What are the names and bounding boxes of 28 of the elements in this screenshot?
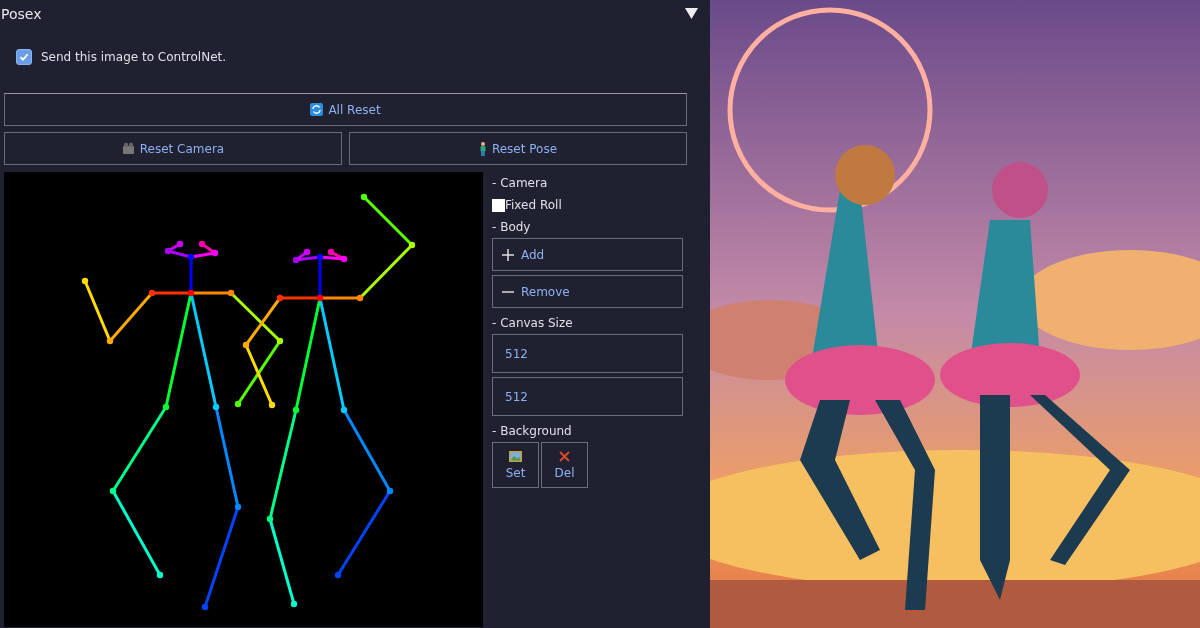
collapse-icon[interactable] [685,8,698,19]
pose-canvas[interactable] [4,172,483,627]
height-field[interactable]: 512 [492,377,683,416]
reset-pose-button[interactable]: Reset Pose [349,132,687,165]
all-reset-button[interactable]: All Reset [4,93,687,126]
set-button[interactable]: Set [492,442,539,488]
remove-button[interactable]: Remove [492,275,683,308]
background-heading: - Background [492,423,573,440]
checkbox-label: Fixed Roll [505,198,562,212]
fixed-roll-checkbox[interactable] [492,198,505,212]
width-field[interactable]: 512 [492,334,683,373]
checkbox-label: Send this image to ControlNet. [41,49,227,64]
reset-camera-button[interactable]: Reset Camera [4,132,342,165]
checkmark-icon [19,51,29,62]
refresh-icon [310,103,324,116]
plus-icon [501,247,515,262]
body-heading: - Body [492,219,532,236]
person-icon [478,141,487,156]
image-icon [509,450,522,462]
canvas-size-heading: - Canvas Size [492,315,574,332]
camera-icon [121,142,135,155]
del-button[interactable]: Del [541,442,588,488]
send-checkbox[interactable] [16,48,32,65]
close-icon [559,450,570,462]
camera-heading: - Camera [492,175,549,192]
minus-icon [501,290,515,293]
add-button[interactable]: Add [492,238,683,271]
panel-title: Posex [1,5,42,22]
